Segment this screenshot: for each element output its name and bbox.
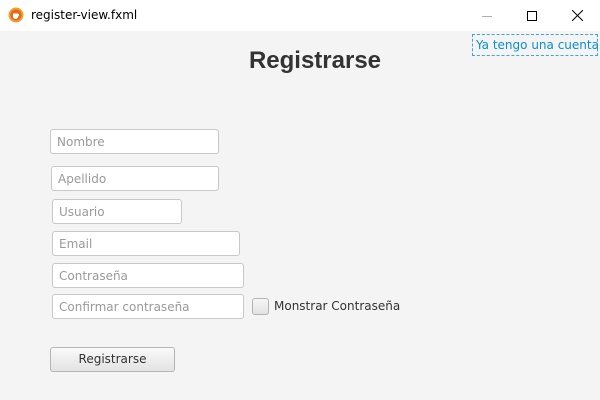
title-bar[interactable]: register-view.fxml	[0, 0, 600, 31]
show-password-label[interactable]: Monstrar Contraseña	[274, 299, 400, 313]
apellido-field[interactable]	[51, 166, 219, 191]
password-field[interactable]	[52, 263, 244, 288]
window-title: register-view.fxml	[31, 8, 138, 22]
usuario-field[interactable]	[52, 199, 182, 224]
confirm-password-field[interactable]	[52, 294, 244, 319]
minimize-icon	[482, 6, 492, 25]
maximize-button[interactable]	[509, 0, 555, 31]
java-cup-icon	[8, 7, 24, 23]
email-field[interactable]	[52, 231, 240, 256]
maximize-icon	[527, 6, 537, 25]
nombre-field[interactable]	[50, 129, 219, 154]
minimize-button[interactable]	[464, 0, 510, 31]
app-window: register-view.fxml Ya tengo una cuenta R…	[0, 0, 600, 400]
show-password-checkbox[interactable]	[252, 298, 269, 315]
register-button[interactable]: Registrarse	[50, 347, 175, 372]
page-title: Registrarse	[248, 47, 382, 74]
close-button[interactable]	[554, 0, 600, 31]
close-icon	[571, 6, 583, 25]
